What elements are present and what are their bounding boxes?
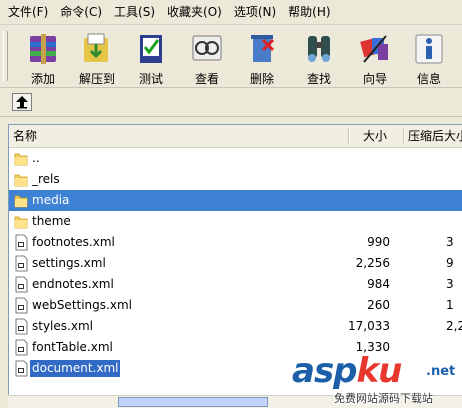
toolbar-button-1[interactable]: 解压到: [68, 27, 126, 86]
wizard-icon: [360, 35, 388, 63]
extract-icon: [84, 33, 108, 62]
horizontal-scrollbar[interactable]: [8, 395, 462, 408]
test-icon: [140, 35, 162, 63]
file-list: 名称 大小 压缩后大小 .. _relsmedia theme footnotes.x…: [8, 124, 462, 408]
toolbar-label: 向导: [362, 72, 387, 86]
toolbar-label: 测试: [138, 72, 163, 86]
column-separator[interactable]: [403, 128, 405, 144]
xml-file-icon: [15, 276, 28, 293]
menu-item-4[interactable]: 选项(N): [228, 0, 282, 24]
file-name: settings.xml: [32, 256, 106, 270]
address-bar: [0, 88, 462, 117]
file-size: 17,033: [348, 319, 390, 333]
file-name: styles.xml: [32, 319, 93, 333]
toolbar-button-3[interactable]: 查看: [178, 27, 236, 86]
toolbar-button-0[interactable]: 添加: [14, 27, 72, 86]
file-name: webSettings.xml: [32, 298, 132, 312]
file-name: document.xml: [30, 360, 121, 377]
file-name: _rels: [32, 172, 60, 186]
toolbar-label: 信息: [416, 72, 441, 86]
delete-icon: [251, 35, 275, 62]
xml-file-icon: [15, 297, 28, 314]
folder-icon: [14, 153, 28, 166]
toolbar-button-4[interactable]: 删除: [233, 27, 291, 86]
file-row[interactable]: settings.xml 2,256 9: [9, 253, 462, 274]
file-size: 990: [367, 235, 390, 249]
menu-item-3[interactable]: 收藏夹(O): [161, 0, 228, 24]
folder-icon: [14, 216, 28, 229]
file-name: footnotes.xml: [32, 235, 115, 249]
xml-file-icon: [15, 318, 28, 335]
file-packed-size: 1: [446, 298, 454, 312]
menu-bar: 文件(F) 命令(C) 工具(S) 收藏夹(O) 选项(N) 帮助(H): [0, 0, 462, 25]
toolbar-label: 删除: [249, 72, 274, 86]
file-name: theme: [32, 214, 71, 228]
xml-file-icon: [15, 339, 28, 356]
toolbar-label: 解压到: [78, 72, 115, 86]
toolbar-button-2[interactable]: 测试: [122, 27, 180, 86]
toolbar-grip[interactable]: [3, 31, 8, 81]
toolbar: 添加 解压到 测试 查看 删除 查找 向导 信息: [0, 25, 462, 88]
column-header-packed[interactable]: 压缩后大小: [408, 125, 462, 147]
column-header-name[interactable]: 名称: [13, 125, 213, 147]
file-row[interactable]: endnotes.xml 984 3: [9, 274, 462, 295]
add-archive-icon: [30, 34, 56, 64]
list-header: 名称 大小 压缩后大小: [9, 125, 462, 148]
up-folder-button[interactable]: [12, 93, 32, 111]
toolbar-label: 添加: [30, 72, 55, 86]
file-row[interactable]: styles.xml 17,033 2,2: [9, 316, 462, 337]
file-packed-size: 3: [446, 277, 454, 291]
toolbar-button-7[interactable]: 信息: [400, 27, 458, 86]
file-packed-size: 2,2: [446, 319, 462, 333]
toolbar-label: 查看: [194, 72, 219, 86]
file-row[interactable]: footnotes.xml 990 3: [9, 232, 462, 253]
toolbar-button-6[interactable]: 向导: [346, 27, 404, 86]
toolbar-button-5[interactable]: 查找: [290, 27, 348, 86]
view-icon: [192, 35, 222, 61]
file-size: 2,256: [355, 256, 390, 270]
toolbar-label: 查找: [306, 72, 331, 86]
file-row[interactable]: webSettings.xml 260 1: [9, 295, 462, 316]
file-name: endnotes.xml: [32, 277, 114, 291]
folder-row[interactable]: theme: [9, 211, 462, 232]
xml-file-icon: [15, 255, 28, 272]
file-packed-size: 9: [446, 256, 454, 270]
folder-row[interactable]: media: [9, 190, 462, 211]
menu-item-2[interactable]: 工具(S): [108, 0, 161, 24]
menu-item-0[interactable]: 文件(F): [0, 0, 54, 24]
file-name: ..: [32, 151, 40, 165]
up-arrow-icon: [16, 96, 28, 109]
scrollbar-thumb[interactable]: [118, 397, 268, 407]
folder-icon: [14, 195, 28, 208]
file-size: 1,330: [355, 340, 390, 354]
file-name: media: [32, 193, 70, 207]
xml-file-icon: [15, 360, 28, 377]
find-icon: [308, 36, 330, 62]
folder-row[interactable]: ..: [9, 148, 462, 169]
file-size: 984: [367, 277, 390, 291]
xml-file-icon: [15, 234, 28, 251]
folder-row[interactable]: _rels: [9, 169, 462, 190]
file-row[interactable]: document.xml: [9, 358, 462, 379]
column-header-size[interactable]: 大小: [363, 125, 403, 147]
file-size: 260: [367, 298, 390, 312]
file-name: fontTable.xml: [32, 340, 113, 354]
folder-icon: [14, 174, 28, 187]
menu-item-5[interactable]: 帮助(H): [282, 0, 336, 24]
menu-item-1[interactable]: 命令(C): [54, 0, 108, 24]
info-icon: [415, 34, 443, 64]
file-packed-size: 3: [446, 235, 454, 249]
column-separator[interactable]: [348, 128, 350, 144]
file-row[interactable]: fontTable.xml 1,330: [9, 337, 462, 358]
